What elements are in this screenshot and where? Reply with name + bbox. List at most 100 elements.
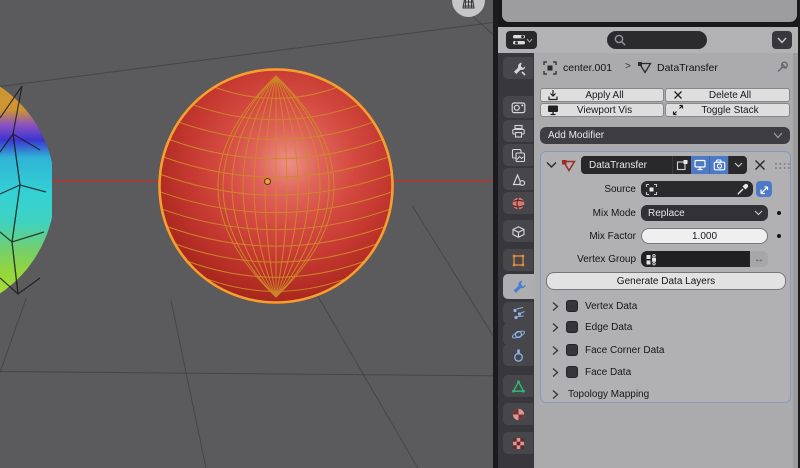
- tab-object[interactable]: [503, 249, 533, 271]
- modifier-close-button[interactable]: [754, 159, 766, 171]
- toggle-stack-button[interactable]: Toggle Stack: [665, 103, 790, 117]
- pin-icon[interactable]: [775, 60, 790, 75]
- section-chevron-icon[interactable]: [552, 367, 559, 378]
- vertex-group-row: ↔: [641, 251, 768, 267]
- source-transform-toggle[interactable]: [756, 181, 772, 197]
- chevron-down-icon: [527, 39, 532, 42]
- close-x-icon: [670, 90, 685, 100]
- tab-render[interactable]: [503, 96, 533, 118]
- modifier-extras-menu[interactable]: [728, 156, 747, 174]
- section-topology-mapping[interactable]: Topology Mapping: [568, 389, 649, 400]
- tab-object-data[interactable]: [503, 375, 533, 397]
- view-layer-icon: [511, 148, 526, 163]
- chevron-down-icon: [777, 37, 787, 44]
- collection-box-icon: [511, 224, 526, 239]
- perspective-toggle-button[interactable]: [452, 0, 485, 17]
- mix-mode-value: Replace: [648, 208, 754, 219]
- material-icon: [511, 407, 526, 422]
- tab-tool[interactable]: [503, 57, 533, 79]
- source-sphere[interactable]: [0, 72, 52, 308]
- header-menu-button[interactable]: [772, 31, 792, 49]
- grid-line: [318, 296, 419, 468]
- editor-type-button[interactable]: [506, 31, 537, 49]
- tab-scene[interactable]: [503, 168, 533, 190]
- tab-view-layer[interactable]: [503, 144, 533, 166]
- tab-material[interactable]: [503, 403, 533, 425]
- tab-output[interactable]: [503, 120, 533, 142]
- vertex-data-checkbox[interactable]: [566, 300, 578, 312]
- outliner-empty-area[interactable]: [502, 0, 797, 22]
- tab-physics[interactable]: [503, 323, 533, 345]
- section-vertex-data[interactable]: Vertex Data: [585, 301, 637, 312]
- animate-decorator[interactable]: [777, 234, 781, 238]
- swap-arrows-icon: ↔: [754, 254, 764, 265]
- section-chevron-icon[interactable]: [552, 345, 559, 356]
- generate-data-layers-label: Generate Data Layers: [617, 276, 715, 287]
- add-modifier-dropdown[interactable]: Add Modifier: [540, 127, 790, 144]
- monitor-icon: [545, 104, 560, 116]
- constraints-icon: [511, 348, 526, 363]
- tool-icon: [511, 61, 526, 76]
- object-icon: [645, 183, 658, 196]
- object-origin-dot: [264, 178, 271, 185]
- search-input[interactable]: [607, 31, 707, 49]
- vertex-group-label: Vertex Group: [540, 254, 636, 265]
- properties-header: [498, 27, 800, 53]
- outliner-bottom-strip: [498, 0, 800, 27]
- face-corner-data-checkbox[interactable]: [566, 344, 578, 356]
- animate-decorator[interactable]: [777, 211, 781, 215]
- section-edge-data[interactable]: Edge Data: [585, 322, 632, 333]
- delete-all-button[interactable]: Delete All: [665, 88, 790, 102]
- 3d-viewport[interactable]: [0, 0, 493, 468]
- search-icon: [613, 33, 629, 47]
- delete-all-label: Delete All: [685, 90, 789, 101]
- modifier-name-field[interactable]: DataTransfer: [581, 156, 672, 174]
- blender-window: { "viewport": { "target_object": "red UV…: [0, 0, 800, 468]
- mix-factor-field[interactable]: 1.000: [641, 228, 768, 244]
- apply-all-button[interactable]: Apply All: [540, 88, 664, 102]
- tab-texture[interactable]: [503, 432, 533, 454]
- edge-data-checkbox[interactable]: [566, 321, 578, 333]
- breadcrumb-object[interactable]: center.001: [563, 62, 612, 74]
- mix-mode-dropdown[interactable]: Replace: [641, 205, 768, 221]
- tab-world[interactable]: [503, 192, 533, 214]
- object-data-icon: [511, 379, 526, 394]
- section-face-data[interactable]: Face Data: [585, 367, 631, 378]
- apply-all-label: Apply All: [560, 90, 663, 101]
- breadcrumb-modifier[interactable]: DataTransfer: [657, 62, 718, 74]
- chevron-down-icon: [734, 162, 743, 168]
- section-chevron-icon[interactable]: [552, 301, 559, 312]
- grid-line: [0, 371, 493, 376]
- mix-factor-label: Mix Factor: [540, 231, 636, 242]
- expand-arrows-icon: [670, 104, 685, 116]
- render-camera-icon: [511, 100, 526, 115]
- edit-mode-display-toggle[interactable]: [672, 156, 691, 174]
- viewport-vis-button[interactable]: Viewport Vis: [540, 103, 664, 117]
- grid-icon: [452, 0, 485, 17]
- section-chevron-icon[interactable]: [552, 389, 559, 400]
- render-display-toggle[interactable]: [709, 156, 728, 174]
- generate-data-layers-button[interactable]: Generate Data Layers: [546, 272, 786, 290]
- modifier-name: DataTransfer: [581, 160, 647, 171]
- tab-collection[interactable]: [503, 220, 533, 242]
- drag-handle-dots[interactable]: [774, 162, 791, 170]
- vertex-group-field[interactable]: [641, 251, 750, 267]
- tab-constraints[interactable]: [503, 344, 533, 366]
- tab-particles[interactable]: [503, 302, 533, 324]
- mix-mode-label: Mix Mode: [540, 208, 636, 219]
- section-chevron-icon[interactable]: [552, 322, 559, 333]
- target-sphere[interactable]: [158, 68, 394, 304]
- section-face-corner-data[interactable]: Face Corner Data: [585, 345, 664, 356]
- grid-line: [171, 300, 207, 468]
- eyedropper-icon[interactable]: [736, 183, 749, 196]
- panel-expand-chevron[interactable]: [546, 161, 557, 169]
- invert-vertex-group-button[interactable]: ↔: [750, 251, 768, 267]
- face-data-checkbox[interactable]: [566, 366, 578, 378]
- grid-line: [0, 298, 27, 373]
- modifier-header-cluster: DataTransfer: [581, 156, 747, 174]
- source-object-field[interactable]: [641, 181, 753, 197]
- object-properties-icon: [511, 253, 526, 268]
- toggle-stack-label: Toggle Stack: [685, 105, 789, 116]
- viewport-display-toggle[interactable]: [691, 156, 709, 174]
- tab-modifiers[interactable]: [503, 274, 534, 299]
